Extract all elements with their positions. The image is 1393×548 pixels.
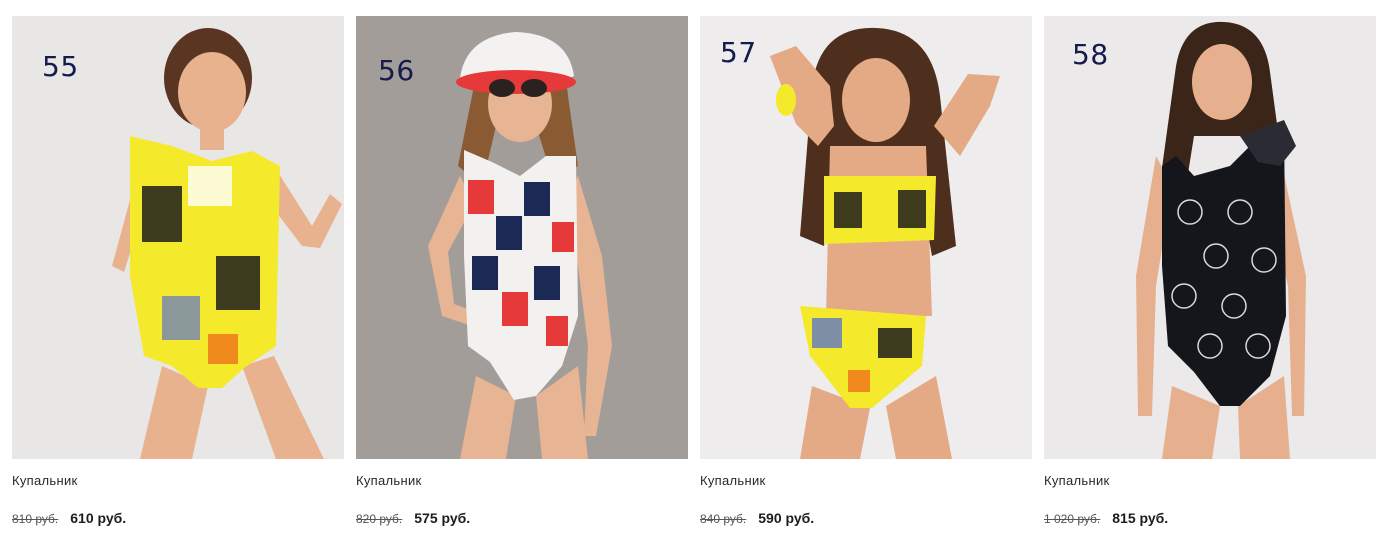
product-number: 55 [42, 50, 79, 83]
current-price: 815 руб. [1112, 510, 1169, 526]
price-row: 1 020 руб. 815 руб. [1044, 510, 1376, 526]
old-price: 840 руб. [700, 512, 747, 526]
current-price: 590 руб. [758, 510, 815, 526]
product-grid: 55 Купальник 810 руб. 610 руб. 56 Купаль… [12, 16, 1376, 526]
product-card[interactable]: 56 Купальник 820 руб. 575 руб. [356, 16, 688, 526]
product-number: 57 [720, 36, 757, 69]
old-price: 810 руб. [12, 512, 59, 526]
current-price: 575 руб. [414, 510, 471, 526]
product-number: 58 [1072, 38, 1109, 71]
product-image[interactable]: 57 [700, 16, 1032, 459]
product-title[interactable]: Купальник [1044, 473, 1376, 488]
price-row: 810 руб. 610 руб. [12, 510, 344, 526]
product-card[interactable]: 58 Купальник 1 020 руб. 815 руб. [1044, 16, 1376, 526]
product-card[interactable]: 55 Купальник 810 руб. 610 руб. [12, 16, 344, 526]
product-title[interactable]: Купальник [700, 473, 1032, 488]
price-row: 840 руб. 590 руб. [700, 510, 1032, 526]
product-number: 56 [378, 54, 415, 87]
old-price: 820 руб. [356, 512, 403, 526]
product-image[interactable]: 55 [12, 16, 344, 459]
product-image[interactable]: 58 [1044, 16, 1376, 459]
current-price: 610 руб. [70, 510, 127, 526]
price-row: 820 руб. 575 руб. [356, 510, 688, 526]
product-image[interactable]: 56 [356, 16, 688, 459]
product-card[interactable]: 57 Купальник 840 руб. 590 руб. [700, 16, 1032, 526]
product-title[interactable]: Купальник [12, 473, 344, 488]
old-price: 1 020 руб. [1044, 512, 1101, 526]
product-title[interactable]: Купальник [356, 473, 688, 488]
